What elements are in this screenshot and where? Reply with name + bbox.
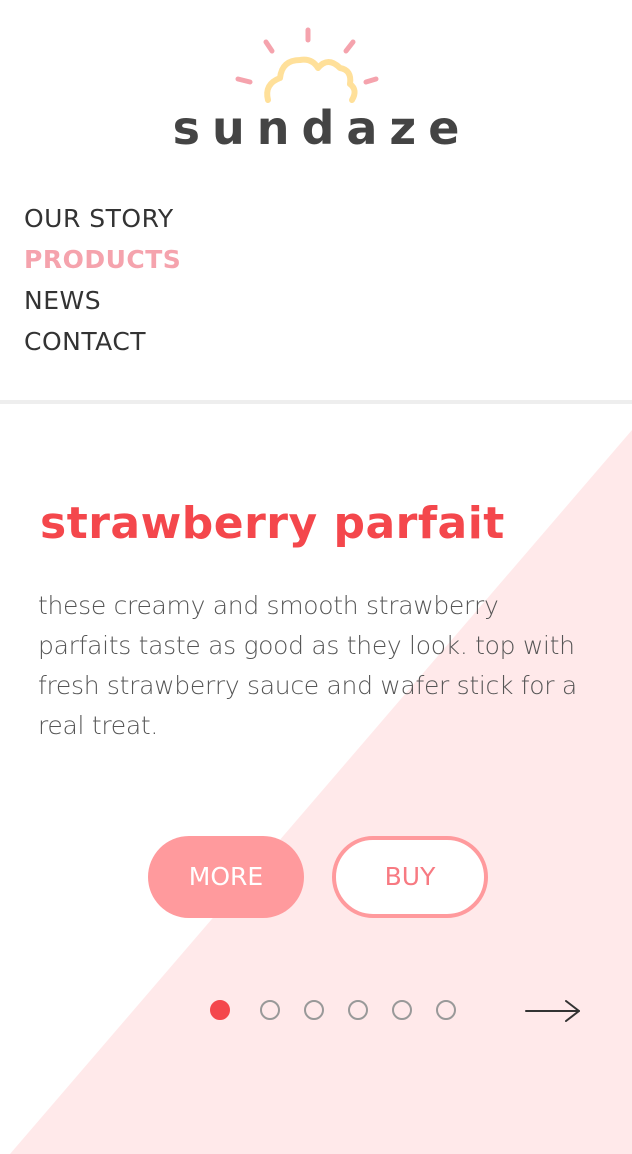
pagination-dot-2[interactable] bbox=[260, 1000, 280, 1020]
brand-logo[interactable]: sundaze bbox=[0, 24, 632, 155]
nav-item-contact[interactable]: CONTACT bbox=[24, 321, 424, 362]
main-nav: OUR STORY PRODUCTS NEWS CONTACT bbox=[24, 198, 424, 362]
pagination-dot-6[interactable] bbox=[436, 1000, 456, 1020]
buy-button[interactable]: BUY bbox=[332, 836, 488, 918]
pagination-dot-1[interactable] bbox=[210, 1000, 230, 1020]
product-slide: strawberry parfait these creamy and smoo… bbox=[0, 404, 632, 1154]
pagination-dot-5[interactable] bbox=[392, 1000, 412, 1020]
product-title: strawberry parfait bbox=[40, 498, 505, 549]
site-header: sundaze OUR STORY PRODUCTS NEWS CONTACT bbox=[0, 0, 632, 402]
more-button[interactable]: MORE bbox=[148, 836, 304, 918]
arrow-right-icon[interactable] bbox=[524, 998, 582, 1024]
product-description: these creamy and smooth strawberry parfa… bbox=[38, 591, 577, 740]
sun-cloud-icon bbox=[235, 27, 379, 103]
pagination-dot-3[interactable] bbox=[304, 1000, 324, 1020]
nav-item-products[interactable]: PRODUCTS bbox=[24, 239, 424, 280]
nav-item-news[interactable]: NEWS bbox=[24, 280, 424, 321]
nav-item-our-story[interactable]: OUR STORY bbox=[24, 198, 424, 239]
brand-wordmark: sundaze bbox=[172, 101, 472, 155]
pagination-dot-4[interactable] bbox=[348, 1000, 368, 1020]
